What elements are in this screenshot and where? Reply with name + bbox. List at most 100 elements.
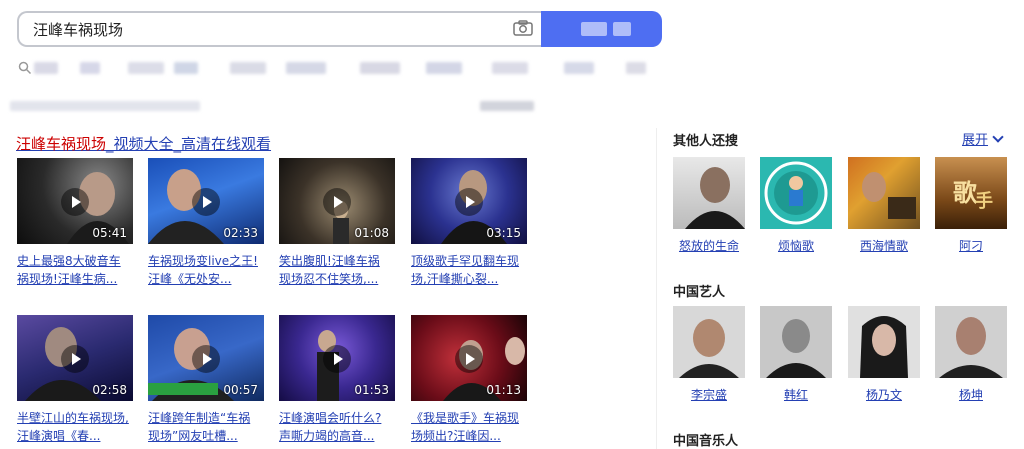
video-thumbnail[interactable]: 02:58 <box>17 315 133 401</box>
video-caption-line: 现场”网友吐槽... <box>148 429 238 443</box>
video-caption-link[interactable]: 笑出腹肌!汪峰车祸 现场忍不住笑场,... <box>279 252 395 288</box>
video-caption-link[interactable]: 汪峰跨年制造“车祸 现场”网友吐槽... <box>148 409 264 445</box>
others-item[interactable]: 西海情歌 <box>848 157 920 254</box>
play-icon[interactable] <box>61 345 89 373</box>
video-caption-line: 顶级歌手罕见翻车现 <box>411 254 520 268</box>
video-caption-link[interactable]: 车祸现场变live之王! 汪峰《无处安... <box>148 252 264 288</box>
result-title-text: _视频大全_高清在线观看 <box>106 135 272 153</box>
artist-name[interactable]: 韩红 <box>760 386 832 403</box>
artist-avatar[interactable] <box>848 306 920 378</box>
others-searched-title: 其他人还搜 <box>673 134 739 149</box>
video-caption-line: 汪峰《无处安... <box>148 272 232 286</box>
others-item-name[interactable]: 阿刁 <box>935 237 1007 254</box>
video-caption-line: 场频出?汪峰因... <box>411 429 501 443</box>
artist-item[interactable]: 杨坤 <box>935 306 1007 403</box>
others-item-name[interactable]: 怒放的生命 <box>673 237 745 254</box>
video-caption-line: 汪峰跨年制造“车祸 <box>148 411 251 425</box>
video-caption-line: 祸现场!汪峰生病... <box>17 272 118 286</box>
artists-title: 中国艺人 <box>673 285 726 300</box>
artist-name[interactable]: 李宗盛 <box>673 386 745 403</box>
artist-name[interactable]: 杨坤 <box>935 386 1007 403</box>
others-item-image[interactable] <box>760 157 832 229</box>
search-button[interactable] <box>541 11 662 47</box>
video-caption-line: 汪峰演唱会听什么? <box>279 411 382 425</box>
expand-button[interactable]: 展开 <box>962 129 1004 148</box>
video-card[interactable]: 01:13 《我是歌手》车祸现 场频出?汪峰因... <box>411 315 527 445</box>
video-duration: 01:08 <box>354 226 389 240</box>
video-duration: 00:57 <box>223 383 258 397</box>
others-item-name[interactable]: 烦恼歌 <box>760 237 832 254</box>
video-duration: 01:13 <box>486 383 521 397</box>
play-icon[interactable] <box>323 188 351 216</box>
search-box[interactable] <box>17 11 541 47</box>
video-caption-line: 现场忍不住笑场,... <box>279 272 379 286</box>
video-caption-line: 场,汗峰撕心裂... <box>411 272 499 286</box>
play-icon[interactable] <box>61 188 89 216</box>
result-title-link[interactable]: 汪峰车祸现场_视频大全_高清在线观看 <box>16 133 271 154</box>
video-caption-link[interactable]: 半壁江山的车祸现场, 汪峰演唱《春... <box>17 409 133 445</box>
others-item-image[interactable] <box>848 157 920 229</box>
video-caption-line: 史上最强8大破音车 <box>17 254 121 268</box>
others-item-image[interactable] <box>673 157 745 229</box>
artist-item[interactable]: 杨乃文 <box>848 306 920 403</box>
video-caption-line: 半壁江山的车祸现场, <box>17 411 129 425</box>
search-icon <box>18 61 32 75</box>
search-button-label-blur <box>613 22 631 36</box>
video-thumbnail[interactable]: 01:53 <box>279 315 395 401</box>
video-card[interactable]: 02:33 车祸现场变live之王! 汪峰《无处安... <box>148 158 264 288</box>
others-item[interactable]: 烦恼歌 <box>760 157 832 254</box>
video-caption-link[interactable]: 《我是歌手》车祸现 场频出?汪峰因... <box>411 409 527 445</box>
search-button-label-blur <box>581 22 607 36</box>
play-icon[interactable] <box>455 345 483 373</box>
artist-avatar[interactable] <box>935 306 1007 378</box>
camera-icon[interactable] <box>513 20 533 36</box>
artist-item[interactable]: 韩红 <box>760 306 832 403</box>
video-duration: 03:15 <box>486 226 521 240</box>
video-caption-line: 声嘶力竭的高音... <box>279 429 375 443</box>
others-item[interactable]: 怒放的生命 <box>673 157 745 254</box>
video-duration: 02:58 <box>92 383 127 397</box>
video-card[interactable]: 01:08 笑出腹肌!汪峰车祸 现场忍不住笑场,... <box>279 158 395 288</box>
chevron-down-icon <box>992 131 1004 143</box>
result-source-blurred <box>10 101 540 111</box>
video-thumbnail[interactable]: 01:08 <box>279 158 395 244</box>
video-caption-line: 笑出腹肌!汪峰车祸 <box>279 254 380 268</box>
artist-name[interactable]: 杨乃文 <box>848 386 920 403</box>
play-icon[interactable] <box>192 345 220 373</box>
video-caption-line: 《我是歌手》车祸现 <box>411 411 520 425</box>
video-duration: 02:33 <box>223 226 258 240</box>
video-card[interactable]: 03:15 顶级歌手罕见翻车现 场,汗峰撕心裂... <box>411 158 527 288</box>
video-card[interactable]: 00:57 汪峰跨年制造“车祸 现场”网友吐槽... <box>148 315 264 445</box>
sidebar-divider <box>656 128 657 449</box>
result-title-highlight: 汪峰车祸现场 <box>16 135 107 153</box>
video-card[interactable]: 05:41 史上最强8大破音车 祸现场!汪峰生病... <box>17 158 133 288</box>
search-input[interactable] <box>33 19 493 39</box>
video-thumbnail[interactable]: 05:41 <box>17 158 133 244</box>
video-caption-line: 汪峰演唱《春... <box>17 429 101 443</box>
play-icon[interactable] <box>192 188 220 216</box>
video-thumbnail[interactable]: 02:33 <box>148 158 264 244</box>
related-searches-blurred <box>34 62 664 74</box>
others-item-name[interactable]: 西海情歌 <box>848 237 920 254</box>
video-caption-line: 车祸现场变live之王! <box>148 254 258 268</box>
video-caption-link[interactable]: 汪峰演唱会听什么? 声嘶力竭的高音... <box>279 409 395 445</box>
musicians-title: 中国音乐人 <box>673 434 739 449</box>
artist-avatar[interactable] <box>760 306 832 378</box>
video-duration: 05:41 <box>92 226 127 240</box>
video-card[interactable]: 01:53 汪峰演唱会听什么? 声嘶力竭的高音... <box>279 315 395 445</box>
expand-label: 展开 <box>962 133 989 148</box>
svg-text:手: 手 <box>975 190 993 212</box>
artist-avatar[interactable] <box>673 306 745 378</box>
others-item[interactable]: 歌 手 阿刁 <box>935 157 1007 254</box>
video-thumbnail[interactable]: 03:15 <box>411 158 527 244</box>
play-icon[interactable] <box>455 188 483 216</box>
video-caption-link[interactable]: 顶级歌手罕见翻车现 场,汗峰撕心裂... <box>411 252 527 288</box>
video-duration: 01:53 <box>354 383 389 397</box>
video-card[interactable]: 02:58 半壁江山的车祸现场, 汪峰演唱《春... <box>17 315 133 445</box>
artist-item[interactable]: 李宗盛 <box>673 306 745 403</box>
others-item-image[interactable]: 歌 手 <box>935 157 1007 229</box>
video-caption-link[interactable]: 史上最强8大破音车 祸现场!汪峰生病... <box>17 252 133 288</box>
video-thumbnail[interactable]: 00:57 <box>148 315 264 401</box>
play-icon[interactable] <box>323 345 351 373</box>
video-thumbnail[interactable]: 01:13 <box>411 315 527 401</box>
